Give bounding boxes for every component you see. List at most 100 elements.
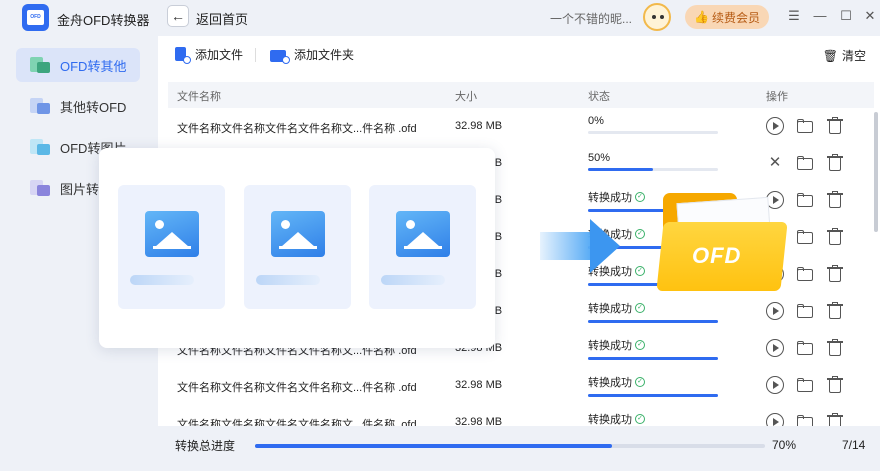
delete-icon[interactable] — [826, 339, 844, 357]
delete-icon[interactable] — [826, 265, 844, 283]
column-header-name: 文件名称 — [177, 91, 221, 103]
file-progress-bar — [588, 320, 718, 323]
file-name: 文件名称文件名称文件名文件名称文...件名称 .ofd — [177, 382, 417, 394]
add-folder-button[interactable]: 添加文件夹 — [270, 46, 354, 64]
delete-icon[interactable] — [826, 154, 844, 172]
close-icon[interactable]: ✕ — [862, 8, 878, 24]
delete-icon[interactable] — [826, 117, 844, 135]
open-folder-icon[interactable] — [796, 376, 814, 394]
image-icon — [396, 211, 450, 257]
delete-icon[interactable] — [826, 191, 844, 209]
status-text: 转换成功 — [588, 303, 632, 315]
file-status: 转换成功 ✓ — [588, 374, 720, 397]
check-circle-icon: ✓ — [635, 414, 645, 424]
status-text: 转换成功 — [588, 414, 632, 426]
menu-icon[interactable]: ☰ — [786, 8, 802, 24]
table-header: 文件名称 大小 状态 操作 — [168, 82, 874, 108]
open-folder-icon[interactable] — [796, 154, 814, 172]
sidebar-item-ofd-to-other[interactable]: OFD转其他 — [16, 48, 140, 82]
row-actions — [766, 117, 856, 137]
arrow-left-icon: ← — [171, 8, 185, 24]
app-title: 金舟OFD转换器 — [57, 13, 150, 28]
open-folder-icon[interactable] — [796, 191, 814, 209]
add-file-label: 添加文件 — [195, 48, 244, 62]
add-file-icon — [175, 46, 191, 64]
row-actions — [766, 376, 856, 396]
play-icon[interactable] — [766, 302, 784, 320]
image-tile — [118, 185, 225, 309]
sidebar-item-label: 其他转OFD — [60, 99, 127, 115]
delete-icon[interactable] — [826, 228, 844, 246]
status-text: 转换成功 — [588, 192, 632, 204]
file-status: 转换成功 ✓ — [588, 337, 720, 360]
file-progress-fill — [588, 168, 653, 171]
open-folder-icon[interactable] — [796, 302, 814, 320]
delete-icon[interactable] — [826, 302, 844, 320]
check-circle-icon: ✓ — [635, 229, 645, 239]
ofd-convert-icon — [30, 55, 50, 75]
row-actions — [766, 339, 856, 359]
column-header-status: 状态 — [588, 91, 610, 103]
image-caption-placeholder — [256, 275, 320, 285]
total-progress-percent: 70% — [772, 438, 797, 452]
image-caption-placeholder — [130, 275, 194, 285]
arrow-right-icon — [540, 232, 592, 260]
play-icon[interactable] — [766, 376, 784, 394]
status-text: 转换成功 — [588, 340, 632, 352]
app-logo: OFD — [22, 4, 49, 31]
check-circle-icon: ✓ — [635, 266, 645, 276]
open-folder-icon[interactable] — [796, 228, 814, 246]
play-icon[interactable] — [766, 339, 784, 357]
clear-button[interactable]: 🗑 清空 — [823, 47, 866, 64]
delete-icon[interactable] — [826, 376, 844, 394]
total-progress-bar — [255, 444, 765, 448]
progress-footer: 转换总进度 70% 7/14 — [158, 426, 880, 471]
sidebar-item-label: OFD转其他 — [60, 58, 127, 74]
file-progress-fill — [588, 357, 718, 360]
file-size: 32.98 MB — [455, 379, 503, 391]
open-folder-icon[interactable] — [796, 117, 814, 135]
table-row: 文件名称文件名称文件名文件名称文...件名称 .ofd 32.98 MB 转换成功✓ — [168, 367, 874, 404]
minimize-icon[interactable]: — — [812, 8, 828, 24]
file-progress-bar — [588, 168, 718, 171]
toolbar-divider — [255, 48, 256, 62]
add-folder-icon — [270, 48, 290, 64]
image-preview-card — [99, 148, 495, 348]
renew-member-button[interactable]: 👍 续费会员 — [685, 5, 769, 29]
title-bar: OFD 金舟OFD转换器 ← 返回首页 一个不错的昵... 👍 续费会员 ☰ —… — [0, 0, 880, 36]
cancel-icon[interactable]: ✕ — [766, 154, 784, 172]
play-icon[interactable] — [766, 117, 784, 135]
check-circle-icon: ✓ — [635, 192, 645, 202]
image-icon — [271, 211, 325, 257]
thumb-icon: 👍 — [694, 10, 709, 24]
add-file-button[interactable]: 添加文件 — [175, 46, 244, 64]
sidebar-item-other-to-ofd[interactable]: 其他转OFD — [16, 89, 140, 123]
back-home-link[interactable]: 返回首页 — [196, 9, 248, 28]
column-header-actions: 操作 — [766, 91, 788, 103]
table-row: 文件名称文件名称文件名文件名称文...件名称 .ofd 32.98 MB 0% — [168, 108, 874, 145]
image-tile — [244, 185, 351, 309]
file-progress-bar — [588, 357, 718, 360]
check-circle-icon: ✓ — [635, 377, 645, 387]
avatar[interactable] — [643, 3, 671, 31]
open-folder-icon[interactable] — [796, 265, 814, 283]
open-folder-icon[interactable] — [796, 339, 814, 357]
image-tile — [369, 185, 476, 309]
row-actions — [766, 191, 856, 211]
document-convert-icon — [30, 96, 50, 116]
check-circle-icon: ✓ — [635, 303, 645, 313]
file-progress-fill — [588, 394, 718, 397]
maximize-icon[interactable]: ☐ — [838, 8, 854, 24]
total-progress-fill — [255, 444, 612, 448]
status-text: 0% — [588, 115, 604, 127]
column-header-size: 大小 — [455, 91, 477, 103]
file-progress-bar — [588, 394, 718, 397]
toolbar: 添加文件 添加文件夹 🗑 清空 — [158, 36, 880, 74]
image-caption-placeholder — [381, 275, 445, 285]
row-actions — [766, 302, 856, 322]
table-scrollbar[interactable] — [874, 112, 878, 232]
back-button[interactable]: ← — [167, 5, 189, 27]
file-status: 转换成功 ✓ — [588, 300, 720, 323]
image-convert-icon — [30, 137, 50, 157]
user-nickname: 一个不错的昵... — [550, 12, 633, 26]
